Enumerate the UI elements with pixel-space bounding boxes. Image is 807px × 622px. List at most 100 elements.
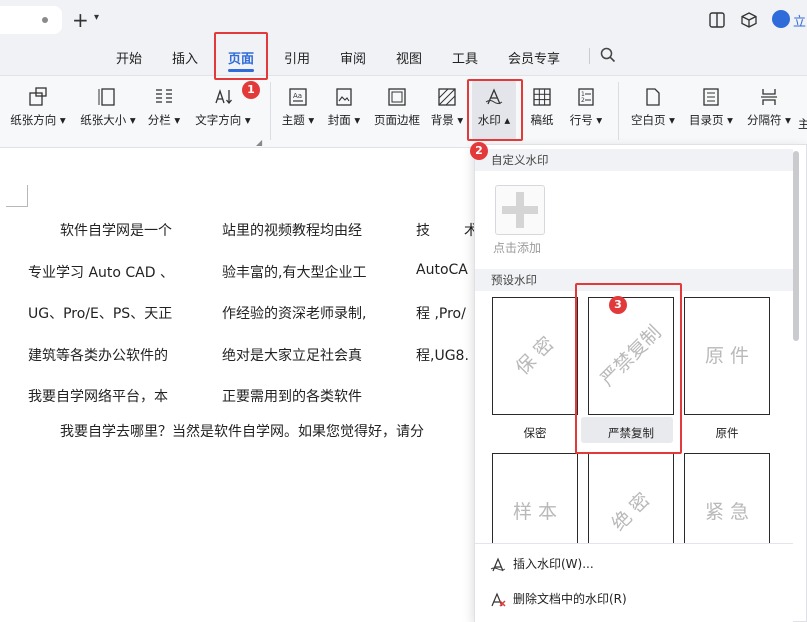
blank-page-icon bbox=[646, 88, 660, 106]
paper-size-label: 纸张大小 ▾ bbox=[80, 113, 136, 127]
tab-reference[interactable]: 引用 bbox=[284, 48, 310, 67]
page-border-icon bbox=[388, 88, 406, 106]
highlight-watermark-button bbox=[467, 79, 523, 141]
doc-text: 作经验的资深老师录制, bbox=[222, 306, 367, 322]
draft-paper-button[interactable]: 稿纸 bbox=[522, 80, 562, 140]
menu-divider bbox=[589, 48, 590, 64]
delete-watermark-label: 删除文档中的水印(R) bbox=[513, 592, 627, 606]
tab-start[interactable]: 开始 bbox=[116, 48, 142, 67]
insert-watermark-label: 插入水印(W)... bbox=[513, 557, 594, 571]
new-tab-plus-icon[interactable]: + bbox=[72, 8, 89, 32]
tab-insert[interactable]: 插入 bbox=[172, 48, 198, 67]
columns-button[interactable]: 分栏 ▾ bbox=[144, 80, 184, 140]
cover-button[interactable]: 封面 ▾ bbox=[322, 80, 366, 140]
dropdown-scrollbar[interactable] bbox=[793, 151, 799, 341]
doc-text: 程 ,Pro/ bbox=[416, 306, 466, 322]
search-icon[interactable] bbox=[599, 46, 617, 64]
watermark-preview-text: 原 件 bbox=[704, 345, 750, 367]
custom-watermark-header: 自定义水印 bbox=[475, 149, 793, 171]
doc-text: 技 bbox=[416, 223, 430, 239]
separator-icon bbox=[761, 89, 777, 105]
line-number-button[interactable]: 12 行号 ▾ bbox=[566, 80, 606, 140]
ribbon-divider bbox=[618, 82, 619, 140]
separator-label: 分隔符 ▾ bbox=[747, 113, 791, 127]
step-badge: 1 bbox=[242, 81, 260, 99]
watermark-preset-label: 原件 bbox=[715, 426, 739, 440]
blank-page-button[interactable]: 空白页 ▾ bbox=[626, 80, 680, 140]
page-border-label: 页面边框 bbox=[374, 113, 420, 127]
dialog-launcher-icon[interactable]: ◢ bbox=[256, 138, 262, 147]
doc-text: 站里的视频教程均由经 bbox=[222, 223, 362, 239]
document-tab[interactable] bbox=[0, 6, 62, 34]
line-number-label: 行号 ▾ bbox=[569, 113, 603, 127]
cube-icon[interactable] bbox=[740, 11, 758, 29]
background-label: 背景 ▾ bbox=[430, 113, 464, 127]
add-custom-watermark-label: 点击添加 bbox=[493, 241, 542, 255]
toc-page-icon bbox=[703, 88, 719, 106]
separator-button[interactable]: 分隔符 ▾ bbox=[742, 80, 796, 140]
background-icon bbox=[438, 88, 456, 106]
page-border-button[interactable]: 页面边框 bbox=[370, 80, 424, 140]
title-bar: + ▾ 立 bbox=[0, 0, 807, 40]
add-custom-watermark-button[interactable] bbox=[495, 185, 545, 235]
ribbon-divider bbox=[270, 82, 271, 140]
unsaved-dot-icon bbox=[42, 17, 48, 23]
tab-tools[interactable]: 工具 bbox=[452, 48, 478, 67]
watermark-preset-urgent[interactable]: 紧 急 bbox=[684, 453, 770, 553]
step-badge: 2 bbox=[470, 142, 488, 160]
watermark-preset-sample[interactable]: 样 本 bbox=[492, 453, 578, 553]
orientation-button[interactable]: 纸张方向 ▾ bbox=[6, 80, 70, 140]
watermark-preview-text: 样 本 bbox=[512, 501, 558, 523]
theme-icon: Aa bbox=[289, 88, 307, 106]
orientation-icon bbox=[29, 87, 47, 106]
layout-toggle-icon[interactable] bbox=[708, 11, 726, 29]
tab-view[interactable]: 视图 bbox=[396, 48, 422, 67]
page-corner-mark bbox=[6, 185, 28, 207]
line-number-icon: 12 bbox=[578, 88, 594, 106]
background-button[interactable]: 背景 ▾ bbox=[426, 80, 468, 140]
watermark-preset-original[interactable]: 原 件 bbox=[684, 297, 770, 415]
doc-text: 我要自学网络平台，本 bbox=[28, 389, 168, 405]
tab-review[interactable]: 审阅 bbox=[340, 48, 366, 67]
theme-label: 主题 ▾ bbox=[281, 113, 315, 127]
orientation-label: 纸张方向 ▾ bbox=[10, 113, 66, 127]
doc-text: 软件自学网是一个 bbox=[60, 223, 172, 239]
user-avatar-icon[interactable] bbox=[772, 10, 790, 28]
doc-text: 程,UG8. bbox=[416, 348, 469, 364]
toc-page-button[interactable]: 目录页 ▾ bbox=[684, 80, 738, 140]
doc-text: AutoCA bbox=[416, 262, 468, 278]
user-name[interactable]: 立 bbox=[793, 11, 806, 30]
watermark-preview-text: 紧 急 bbox=[704, 501, 750, 523]
watermark-icon bbox=[490, 556, 506, 571]
overflow-ribbon-button[interactable]: 主 bbox=[798, 80, 807, 140]
delete-watermark-icon bbox=[491, 591, 506, 607]
toc-page-label: 目录页 ▾ bbox=[689, 113, 733, 127]
svg-text:2: 2 bbox=[581, 97, 585, 104]
doc-text: 我要自学去哪里？当然是软件自学网。如果您觉得好，请分 bbox=[60, 424, 424, 440]
overflow-ribbon-label: 主 bbox=[798, 117, 807, 131]
highlight-page-tab bbox=[214, 32, 268, 80]
cover-label: 封面 ▾ bbox=[327, 113, 361, 127]
ribbon-toolbar: 纸张方向 ▾ 纸张大小 ▾ 分栏 ▾ 文字方向 ▾ Aa 主题 ▾ 封面 ▾ 页… bbox=[0, 76, 807, 148]
watermark-preview-text: 保 密 bbox=[511, 332, 559, 380]
doc-text: 专业学习 Auto CAD 、 bbox=[28, 265, 174, 281]
doc-text: UG、Pro/E、PS、天正 bbox=[28, 306, 173, 322]
menu-bar: 开始 插入 页面 引用 审阅 视图 工具 会员专享 bbox=[0, 40, 807, 76]
chevron-down-icon[interactable]: ▾ bbox=[94, 12, 99, 23]
watermark-preview-text: 绝 密 bbox=[607, 488, 655, 536]
watermark-preset-confidential[interactable]: 保 密 bbox=[492, 297, 578, 415]
cover-icon bbox=[336, 88, 352, 106]
theme-button[interactable]: Aa 主题 ▾ bbox=[276, 80, 320, 140]
watermark-preset-top-secret[interactable]: 绝 密 bbox=[588, 453, 674, 553]
step-badge: 3 bbox=[609, 296, 627, 314]
paper-size-icon bbox=[98, 88, 115, 106]
watermark-preset-label: 保密 bbox=[523, 426, 547, 440]
insert-watermark-item[interactable]: 插入水印(W)... bbox=[489, 555, 594, 573]
draft-paper-label: 稿纸 bbox=[530, 113, 554, 127]
paper-size-button[interactable]: 纸张大小 ▾ bbox=[76, 80, 140, 140]
delete-watermark-item[interactable]: 删除文档中的水印(R) bbox=[489, 590, 627, 608]
doc-text: 绝对是大家立足社会真 bbox=[222, 348, 362, 364]
highlight-no-copy-preset bbox=[575, 283, 682, 454]
svg-text:Aa: Aa bbox=[293, 92, 302, 100]
tab-member[interactable]: 会员专享 bbox=[508, 48, 560, 67]
